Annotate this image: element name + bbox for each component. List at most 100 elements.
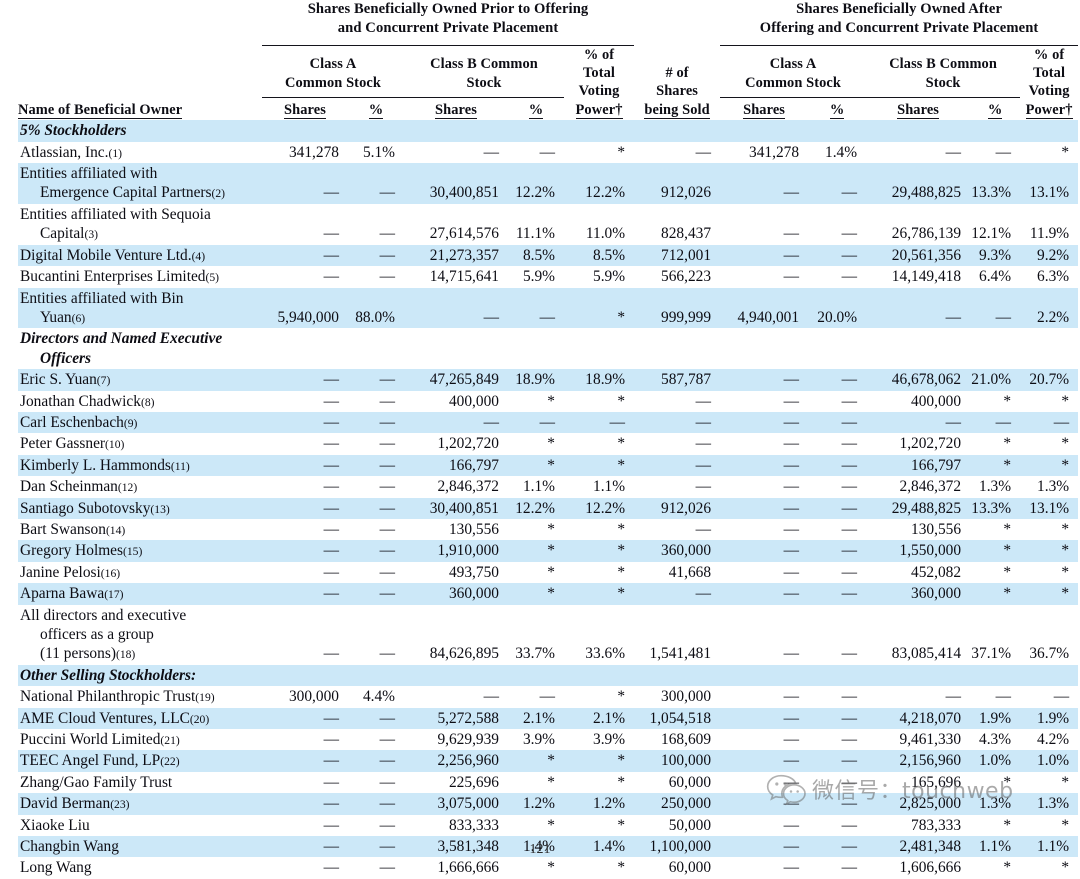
shares-being-sold: 250,000 bbox=[634, 793, 721, 815]
class-a-shares-prior: — bbox=[323, 859, 339, 877]
owner-name-cell: Dan Scheinman(12) bbox=[20, 478, 138, 496]
voting-power-after: * bbox=[1061, 143, 1070, 161]
header-spacer bbox=[18, 0, 262, 41]
owner-name-line2: Yuan(6) bbox=[40, 308, 86, 326]
table-row: Eric S. Yuan(7) — —47,265,849 18.9% 18.9% 587… bbox=[18, 369, 1079, 391]
table-row: Zhang/Gao Family Trust — — 225,696 * * 60,000 —… bbox=[18, 772, 1078, 793]
class-b-pct-prior: * bbox=[508, 454, 564, 477]
class-b-shares-prior: 130,556 bbox=[448, 520, 499, 538]
owner-name-cell: Zhang/Gao Family Trust bbox=[20, 773, 173, 791]
class-a-pct-prior: — bbox=[348, 707, 404, 730]
table-row: All directors and executive officers as a… bbox=[18, 605, 1078, 665]
voting-power-after: — bbox=[1053, 688, 1070, 706]
owner-name-cell: National Philanthropic Trust(19) bbox=[20, 688, 215, 706]
class-b-pct-after: * bbox=[1003, 773, 1012, 791]
class-a-pct-after: 20.0% bbox=[808, 287, 867, 329]
class-b-shares-prior: 47,265,849 bbox=[404, 369, 508, 391]
class-a-pct-after: — bbox=[841, 731, 858, 749]
class-b-shares-prior: 1,666,666 bbox=[437, 859, 499, 877]
voting-power-after: * bbox=[1061, 773, 1070, 791]
vp-line1: % of bbox=[583, 46, 615, 63]
owner-name-cell: Entities affiliated with Sequoia Capital(… bbox=[18, 204, 262, 245]
class-b-pct-prior: * bbox=[547, 392, 555, 410]
table-row: Jonathan Chadwick(8) — — 400,000 * * — — — 400,00… bbox=[18, 391, 1078, 412]
shares-being-sold: — bbox=[695, 435, 712, 453]
class-b-pct-after: 1.9% bbox=[970, 707, 1021, 730]
class-a-pct-after: — bbox=[841, 268, 858, 286]
owner-name-cell: AME Cloud Ventures, LLC(20) bbox=[18, 707, 262, 730]
voting-power-prior: * bbox=[564, 287, 635, 329]
class-a-pct-after: — bbox=[841, 859, 858, 877]
class-b-shares-after: — bbox=[945, 688, 962, 706]
class-b-pct-after: 4.3% bbox=[979, 731, 1012, 749]
class-b-pct-after: 12.1% bbox=[971, 225, 1012, 243]
voting-power-prior: * bbox=[564, 750, 635, 772]
class-a-shares-after: — bbox=[783, 225, 800, 243]
class-b-shares-after: 130,556 bbox=[911, 520, 962, 538]
section-label: 5% Stockholders bbox=[18, 120, 1079, 142]
section-label-line2: Officers bbox=[40, 349, 92, 367]
class-a-shares-prior: — bbox=[323, 478, 339, 496]
class-b-pct-after: 13.3% bbox=[970, 163, 1021, 204]
owner-name-cell: Aparna Bawa(17) bbox=[18, 583, 262, 605]
class-a-shares-after: 4,940,001 bbox=[720, 287, 809, 329]
footnote-reference: (5) bbox=[205, 271, 220, 285]
footnote-reference: (16) bbox=[100, 566, 121, 580]
class-a-pct-prior: — bbox=[379, 816, 395, 834]
shares-being-sold: 1,054,518 bbox=[634, 707, 721, 730]
class-a-shares-prior: — bbox=[262, 540, 348, 562]
class-b-pct-prior: 5.9% bbox=[522, 268, 555, 286]
voting-power-prior: * bbox=[564, 454, 635, 477]
owner-name-line3: (11 persons)(18) bbox=[40, 645, 136, 663]
shares-being-sold: 41,668 bbox=[668, 563, 712, 581]
class-a-pct-prior: — bbox=[379, 268, 395, 286]
class-a-shares-prior: — bbox=[262, 583, 348, 605]
footnote-reference: (9) bbox=[123, 416, 138, 430]
table-row: Peter Gassner(10) — — 1,202,720 * * — — — 1,202,7… bbox=[18, 433, 1078, 454]
voting-power-prior: * bbox=[617, 143, 626, 161]
class-a-pct-prior: — bbox=[348, 369, 404, 391]
class-a-shares-prior: — bbox=[262, 163, 348, 204]
class-a-pct-after: — bbox=[808, 454, 867, 477]
owner-name-cell: Digital Mobile Venture Ltd.(4) bbox=[18, 244, 262, 267]
footnote-reference: (2) bbox=[211, 187, 226, 201]
class-a-pct-prior: 5.1% bbox=[362, 143, 395, 161]
class-b-shares-prior: 166,797 bbox=[404, 454, 508, 477]
table-row: AME Cloud Ventures, LLC(20) — —5,272,588 2.… bbox=[18, 707, 1079, 730]
class-b-pct-prior: 8.5% bbox=[508, 244, 564, 267]
voting-power-after: 13.1% bbox=[1020, 163, 1079, 204]
footnote-reference: (17) bbox=[104, 588, 124, 602]
owner-name-cell: Gregory Holmes(15) bbox=[18, 540, 262, 562]
class-a-pct-after: — bbox=[841, 645, 858, 663]
class-b-pct-prior: 11.1% bbox=[515, 225, 555, 243]
class-a-pct-prior: 88.0% bbox=[348, 287, 404, 329]
class-b-shares-prior: 5,272,588 bbox=[404, 707, 508, 730]
name-column-header: Name of Beneficial Owner bbox=[18, 98, 262, 121]
class-a-pct-prior: — bbox=[348, 540, 404, 562]
header-row-column-labels: Name of Beneficial Owner Shares % Shares… bbox=[18, 98, 1078, 121]
class-b2-line1: Class B Common bbox=[889, 56, 997, 73]
class-a-pct-prior: — bbox=[348, 497, 404, 519]
sold-line2: Shares bbox=[656, 83, 699, 100]
class-a-pct-after: — bbox=[841, 688, 858, 706]
class-a-shares-prior: — bbox=[323, 773, 339, 791]
class-a-pct-after: — bbox=[841, 773, 858, 791]
class-b-line2: Stock bbox=[466, 74, 502, 91]
shares-being-sold: — bbox=[634, 454, 721, 477]
class-b-pct-after: * bbox=[1003, 392, 1012, 410]
sold-line1: # of bbox=[665, 64, 689, 81]
section-label: Directors and Named Executive Officers bbox=[18, 328, 1078, 369]
class-b-pct-prior: 2.1% bbox=[508, 707, 564, 730]
voting-power-header-after: % of Total Voting Power† bbox=[1020, 46, 1078, 121]
class-a-pct-prior: — bbox=[348, 163, 404, 204]
class-b-pct-after: * bbox=[970, 583, 1021, 605]
class-a-shares-after: — bbox=[783, 688, 800, 706]
voting-power-header-prior: % of Total Voting Power† bbox=[564, 46, 634, 121]
table-row: Entities affiliated with Sequoia Capital(… bbox=[18, 204, 1078, 245]
footnote-reference: (13) bbox=[150, 502, 170, 516]
footnote-reference: (11) bbox=[170, 459, 190, 473]
percent-label-b: % bbox=[528, 102, 544, 120]
class-a-pct-prior: — bbox=[379, 773, 395, 791]
class-b-shares-after: 46,678,062 bbox=[866, 369, 971, 391]
class-a-shares-after: — bbox=[783, 268, 800, 286]
